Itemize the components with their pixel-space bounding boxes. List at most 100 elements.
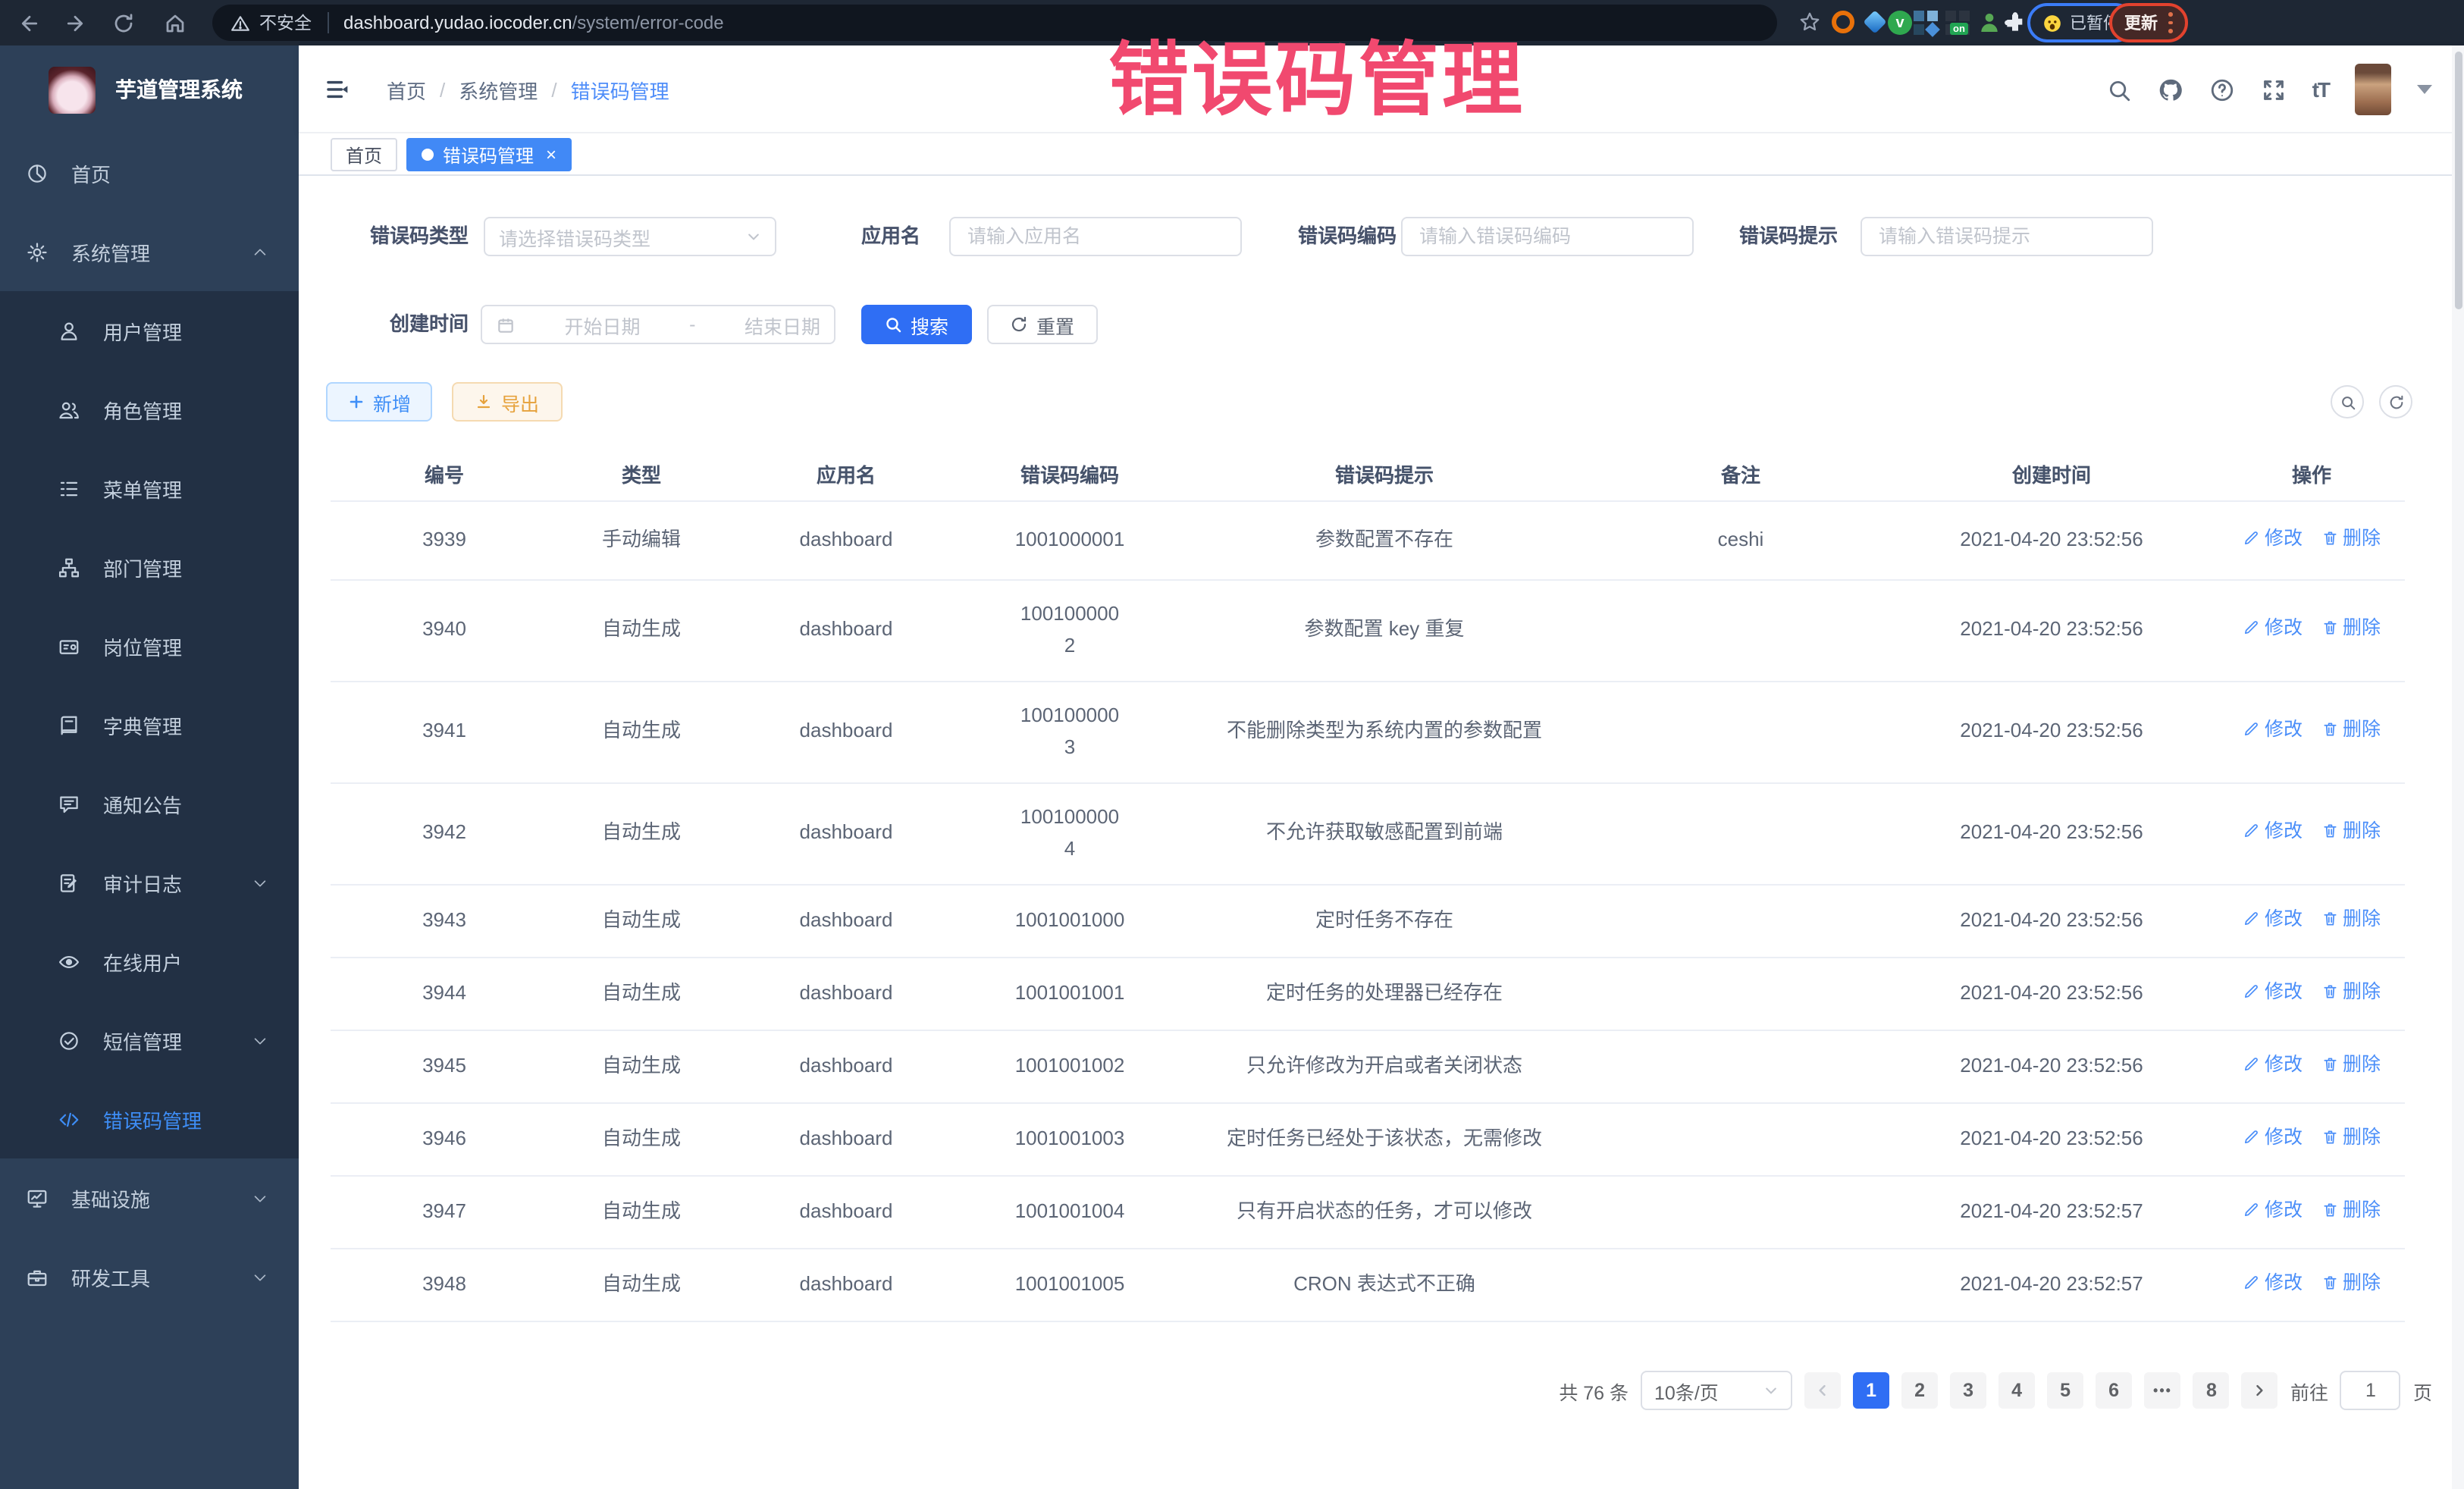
sidebar-item-dev-tools[interactable]: 研发工具 <box>0 1237 299 1316</box>
reset-button[interactable]: 重置 <box>987 305 1098 344</box>
sidebar-item-dept-management[interactable]: 部门管理 <box>0 528 299 607</box>
tab-error-code-management[interactable]: 错误码管理 × <box>406 138 572 171</box>
delete-link[interactable]: 删除 <box>2321 816 2381 846</box>
breadcrumb-separator: / <box>551 78 556 101</box>
delete-link[interactable]: 删除 <box>2321 522 2381 553</box>
extensions-puzzle-icon[interactable] <box>2003 11 2027 35</box>
edit-link[interactable]: 修改 <box>2243 1049 2303 1079</box>
edit-link[interactable]: 修改 <box>2243 1267 2303 1297</box>
error-code-field[interactable] <box>1401 217 1694 256</box>
table-row: 3944自动生成dashboard1001001001定时任务的处理器已经存在2… <box>331 957 2405 1030</box>
sidebar-item-system-management[interactable]: 系统管理 <box>0 212 299 291</box>
font-size-icon[interactable]: tT <box>2312 77 2329 102</box>
delete-link[interactable]: 删除 <box>2321 1121 2381 1152</box>
breadcrumb-system[interactable]: 系统管理 <box>459 75 538 104</box>
page-button-1[interactable]: 1 <box>1853 1372 1889 1409</box>
update-chip[interactable]: 更新 <box>2109 3 2188 42</box>
dev-tools-icon <box>26 1265 49 1288</box>
window-scrollbar[interactable] <box>2452 45 2464 1489</box>
export-button[interactable]: 导出 <box>452 382 563 422</box>
page-size-select[interactable]: 10条/页 <box>1641 1371 1792 1410</box>
delete-link[interactable]: 删除 <box>2321 903 2381 933</box>
page-ellipsis[interactable]: ••• <box>2144 1372 2181 1409</box>
close-tab-icon[interactable]: × <box>546 146 556 164</box>
show-search-toggle-button[interactable] <box>2331 385 2364 418</box>
add-button[interactable]: 新增 <box>326 382 432 422</box>
goto-page-input[interactable] <box>2340 1371 2401 1410</box>
extension-green-person-icon[interactable] <box>1977 11 2002 35</box>
page-button-4[interactable]: 4 <box>1998 1372 2035 1409</box>
extension-green-circle-icon[interactable]: v <box>1888 11 1912 35</box>
cell-code: 1001001001 <box>967 957 1172 1030</box>
app-name-field[interactable] <box>949 217 1242 256</box>
edit-link[interactable]: 修改 <box>2243 903 2303 933</box>
sidebar-item-audit-log[interactable]: 审计日志 <box>0 843 299 922</box>
sidebar-item-menu-management[interactable]: 菜单管理 <box>0 449 299 528</box>
extension-orange-ring-icon[interactable] <box>1832 11 1856 35</box>
extension-blue-squares-icon[interactable] <box>1914 11 1938 35</box>
browser-reload-icon[interactable] <box>112 11 135 34</box>
delete-link[interactable]: 删除 <box>2321 976 2381 1006</box>
error-type-select[interactable]: 请选择错误码类型 <box>484 217 776 256</box>
help-icon[interactable] <box>2209 77 2235 102</box>
refresh-table-button[interactable] <box>2379 385 2412 418</box>
cell-actions: 修改删除 <box>2218 681 2405 782</box>
cell-id: 3946 <box>331 1102 558 1175</box>
page-button-2[interactable]: 2 <box>1901 1372 1938 1409</box>
extension-on-badge-icon[interactable]: on <box>1945 11 1970 35</box>
edit-link[interactable]: 修改 <box>2243 613 2303 643</box>
page-button-8[interactable]: 8 <box>2193 1372 2230 1409</box>
search-icon[interactable] <box>2106 77 2132 102</box>
error-code-input[interactable] <box>1416 224 1679 249</box>
address-bar[interactable]: 不安全 dashboard.yudao.iocoder.cn/system/er… <box>212 5 1777 41</box>
edit-link[interactable]: 修改 <box>2243 522 2303 553</box>
sidebar-item-user-management[interactable]: 用户管理 <box>0 291 299 370</box>
cell-message: 只允许修改为开启或者关闭状态 <box>1172 1030 1597 1102</box>
bookmark-star-icon[interactable] <box>1798 11 1821 33</box>
dict-management-icon <box>58 713 80 736</box>
browser-menu-icon[interactable] <box>2168 13 2173 33</box>
edit-link[interactable]: 修改 <box>2243 714 2303 744</box>
search-button[interactable]: 搜索 <box>861 305 972 344</box>
hamburger-fold-icon[interactable] <box>324 77 350 102</box>
sidebar-item-online-users[interactable]: 在线用户 <box>0 922 299 1001</box>
fullscreen-icon[interactable] <box>2261 77 2287 102</box>
delete-link[interactable]: 删除 <box>2321 613 2381 643</box>
sidebar-item-post-management[interactable]: 岗位管理 <box>0 607 299 685</box>
next-page-button[interactable] <box>2242 1372 2278 1409</box>
delete-link[interactable]: 删除 <box>2321 1049 2381 1079</box>
user-avatar[interactable] <box>2355 64 2391 115</box>
tab-home[interactable]: 首页 <box>331 138 397 171</box>
page-button-3[interactable]: 3 <box>1950 1372 1986 1409</box>
edit-link[interactable]: 修改 <box>2243 816 2303 846</box>
edit-link[interactable]: 修改 <box>2243 1121 2303 1152</box>
delete-link[interactable]: 删除 <box>2321 1194 2381 1224</box>
browser-home-icon[interactable] <box>164 11 187 34</box>
chevron-down-icon[interactable] <box>2417 85 2432 94</box>
page-button-5[interactable]: 5 <box>2047 1372 2083 1409</box>
sidebar-item-sms-management[interactable]: 短信管理 <box>0 1001 299 1080</box>
browser-forward-icon[interactable] <box>64 11 86 34</box>
error-hint-field[interactable] <box>1861 217 2153 256</box>
sidebar-item-role-management[interactable]: 角色管理 <box>0 370 299 449</box>
app-name-input[interactable] <box>964 224 1227 249</box>
sidebar-item-dict-management[interactable]: 字典管理 <box>0 685 299 764</box>
browser-back-icon[interactable] <box>18 11 41 34</box>
app-logo-row[interactable]: 芋道管理系统 <box>0 45 299 133</box>
prev-page-button[interactable] <box>1804 1372 1841 1409</box>
edit-link[interactable]: 修改 <box>2243 976 2303 1006</box>
page-button-6[interactable]: 6 <box>2096 1372 2132 1409</box>
delete-link[interactable]: 删除 <box>2321 714 2381 744</box>
delete-link[interactable]: 删除 <box>2321 1267 2381 1297</box>
error-hint-input[interactable] <box>1876 224 2138 249</box>
sidebar-item-notice-announcement[interactable]: 通知公告 <box>0 764 299 843</box>
date-range-picker[interactable]: 开始日期 - 结束日期 <box>481 305 835 344</box>
sidebar-item-error-code-management[interactable]: 错误码管理 <box>0 1080 299 1158</box>
edit-link[interactable]: 修改 <box>2243 1194 2303 1224</box>
github-icon[interactable] <box>2158 77 2183 102</box>
breadcrumb-home[interactable]: 首页 <box>387 75 426 104</box>
scrollbar-thumb[interactable] <box>2454 52 2462 309</box>
extension-blue-gem-icon[interactable] <box>1864 11 1888 35</box>
sidebar-item-infrastructure[interactable]: 基础设施 <box>0 1158 299 1237</box>
sidebar-item-home[interactable]: 首页 <box>0 133 299 212</box>
